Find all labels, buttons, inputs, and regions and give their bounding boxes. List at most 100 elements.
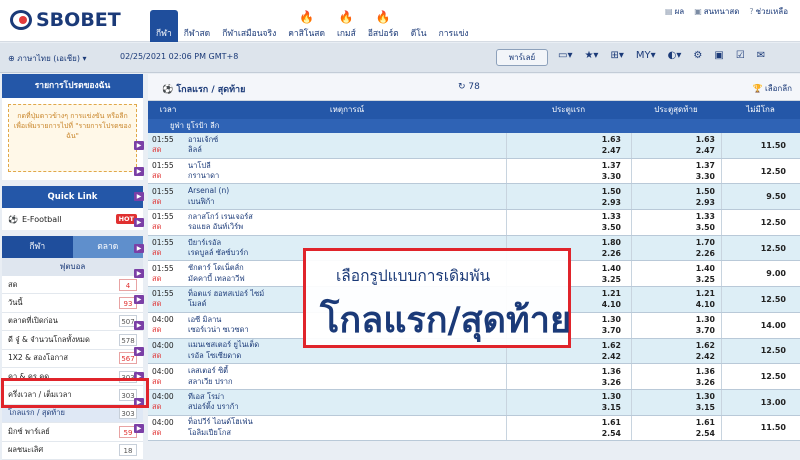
no-goal-odds[interactable]: 9.00: [721, 261, 800, 287]
odds-value[interactable]: 3.15: [632, 402, 715, 413]
odds-value[interactable]: 1.37: [632, 160, 715, 171]
odds-value[interactable]: 2.47: [632, 145, 715, 156]
tab-market[interactable]: ตลาด: [72, 236, 143, 258]
no-goal-odds[interactable]: 11.50: [721, 415, 800, 441]
nav-item[interactable]: ดีโน: [405, 10, 433, 42]
chat-link[interactable]: ▣ สนทนาสด: [694, 5, 739, 18]
odds-value[interactable]: 3.26: [632, 377, 715, 388]
live-tv-icon[interactable]: ▶: [134, 269, 144, 279]
no-goal-odds[interactable]: 13.00: [721, 389, 800, 415]
message-icon[interactable]: ✉: [757, 50, 765, 61]
odds-value[interactable]: 1.80: [507, 237, 621, 248]
odds-value[interactable]: 1.33: [507, 211, 621, 222]
nav-item[interactable]: 🔥 อีสปอร์ต: [362, 10, 405, 42]
live-tv-icon[interactable]: ▶: [134, 166, 144, 176]
odds-value[interactable]: 1.61: [507, 417, 621, 428]
parlay-button[interactable]: พาร์เลย์: [496, 49, 548, 66]
no-goal-odds[interactable]: 12.50: [721, 210, 800, 235]
nav-item[interactable]: การแข่ง: [433, 10, 475, 42]
sound-icon[interactable]: ◐▾: [668, 50, 682, 61]
help-link[interactable]: ? ช่วยเหลือ: [749, 5, 788, 18]
league-row[interactable]: ยูฟ่า ยูโรป้า ลีก: [148, 119, 800, 133]
sidebar-menu-item[interactable]: 1X2 & สองโอกาส 567: [2, 349, 143, 368]
grid-icon[interactable]: ⊞▾: [610, 50, 623, 61]
live-tv-icon[interactable]: ▶: [134, 320, 144, 330]
away-team: เบนฟิก้า: [188, 196, 215, 206]
no-goal-odds[interactable]: 12.50: [721, 235, 800, 261]
odds-value[interactable]: 1.50: [507, 186, 621, 197]
language-selector[interactable]: ⊕ ภาษาไทย (เอเชีย) ▾: [8, 52, 87, 65]
live-tv-icon[interactable]: ▶: [134, 218, 144, 228]
sidebar-menu-item[interactable]: มิกซ์ พาร์เลย์ 59: [2, 423, 143, 442]
odds-value[interactable]: 3.30: [507, 171, 621, 182]
odds-value[interactable]: 3.50: [632, 222, 715, 233]
odds-value[interactable]: 1.33: [632, 211, 715, 222]
odds-value[interactable]: 3.70: [632, 325, 715, 336]
results-link[interactable]: ▤ ผล: [665, 5, 684, 18]
odds-value[interactable]: 1.36: [507, 366, 621, 377]
sbobet-logo[interactable]: SBOBET: [10, 9, 121, 31]
odds-value[interactable]: 3.15: [507, 402, 621, 413]
live-tv-icon[interactable]: ▶: [134, 423, 144, 433]
statement-icon[interactable]: ☑: [736, 50, 745, 61]
no-goal-odds[interactable]: 12.50: [721, 364, 800, 389]
odds-value[interactable]: 1.30: [632, 391, 715, 402]
sidebar-menu-item[interactable]: ผลชนะเลิศ 18: [2, 441, 143, 460]
odds-value[interactable]: 1.61: [632, 417, 715, 428]
sidebar-menu-item[interactable]: สด 4: [2, 276, 143, 295]
live-tv-icon[interactable]: ▶: [134, 295, 144, 305]
video-icon[interactable]: ▣: [714, 50, 723, 61]
live-tv-icon[interactable]: ▶: [134, 346, 144, 356]
odds-value[interactable]: 1.63: [507, 134, 621, 145]
refresh-button[interactable]: ↻ 78: [458, 82, 480, 92]
nav-item[interactable]: กีฬาสด: [178, 10, 216, 42]
select-league-button[interactable]: 🏆 เลือกลีก: [752, 82, 792, 95]
live-tv-icon[interactable]: ▶: [134, 243, 144, 253]
odds-value[interactable]: 2.54: [507, 428, 621, 439]
no-goal-odds[interactable]: 12.50: [721, 287, 800, 312]
odds-value[interactable]: 2.26: [632, 248, 715, 259]
settings-icon[interactable]: ⚙: [693, 50, 702, 61]
odds-value[interactable]: 2.93: [632, 197, 715, 208]
odds-value[interactable]: 1.30: [632, 314, 715, 325]
no-goal-odds[interactable]: 12.50: [721, 338, 800, 364]
odds-value[interactable]: 1.70: [632, 237, 715, 248]
results-label: ผล: [674, 7, 685, 16]
no-goal-odds[interactable]: 11.50: [721, 133, 800, 158]
odds-value[interactable]: 4.10: [632, 299, 715, 310]
no-goal-odds[interactable]: 12.50: [721, 158, 800, 184]
nav-item[interactable]: กีฬา: [150, 10, 178, 42]
odds-value[interactable]: 3.26: [507, 377, 621, 388]
odds-value[interactable]: 2.42: [507, 351, 621, 362]
tab-sports[interactable]: กีฬา: [2, 236, 73, 258]
live-tv-icon[interactable]: ▶: [134, 141, 144, 150]
no-goal-odds[interactable]: 14.00: [721, 312, 800, 338]
odds-value[interactable]: 3.50: [507, 222, 621, 233]
no-goal-odds[interactable]: 9.50: [721, 184, 800, 210]
odds-value[interactable]: 1.50: [632, 186, 715, 197]
sidebar-menu-item[interactable]: ดี จู๋ & จำนวนโกลทั้งหมด 578: [2, 331, 143, 350]
odds-value[interactable]: 3.25: [632, 274, 715, 285]
odds-value[interactable]: 2.42: [632, 351, 715, 362]
odds-value[interactable]: 1.30: [507, 391, 621, 402]
odds-value[interactable]: 1.40: [632, 263, 715, 274]
odds-value[interactable]: 2.54: [632, 428, 715, 439]
odds-type-selector[interactable]: MY▾: [636, 50, 656, 61]
live-tv-icon[interactable]: ▶: [134, 192, 144, 202]
odds-value[interactable]: 1.62: [632, 340, 715, 351]
odds-value[interactable]: 2.93: [507, 197, 621, 208]
nav-item[interactable]: 🔥 คาสิโนสด: [282, 10, 331, 42]
sidebar-menu-item[interactable]: ตลาดที่เปิดก่อน 507: [2, 312, 143, 332]
odds-value[interactable]: 1.36: [632, 366, 715, 377]
nav-item[interactable]: 🔥 เกมส์: [331, 10, 362, 42]
quick-link-efootball[interactable]: ⚽ E-Football HOT: [2, 208, 143, 230]
betslip-icon[interactable]: ▭▾: [558, 50, 572, 61]
odds-value[interactable]: 3.30: [632, 171, 715, 182]
odds-value[interactable]: 1.63: [632, 134, 715, 145]
odds-value[interactable]: 1.21: [632, 288, 715, 299]
odds-value[interactable]: 1.37: [507, 160, 621, 171]
star-icon[interactable]: ★▾: [584, 50, 598, 61]
odds-value[interactable]: 2.47: [507, 145, 621, 156]
sidebar-menu-item[interactable]: วันนี้ 93: [2, 294, 143, 313]
nav-item[interactable]: กีฬาเสมือนจริง: [216, 10, 282, 42]
